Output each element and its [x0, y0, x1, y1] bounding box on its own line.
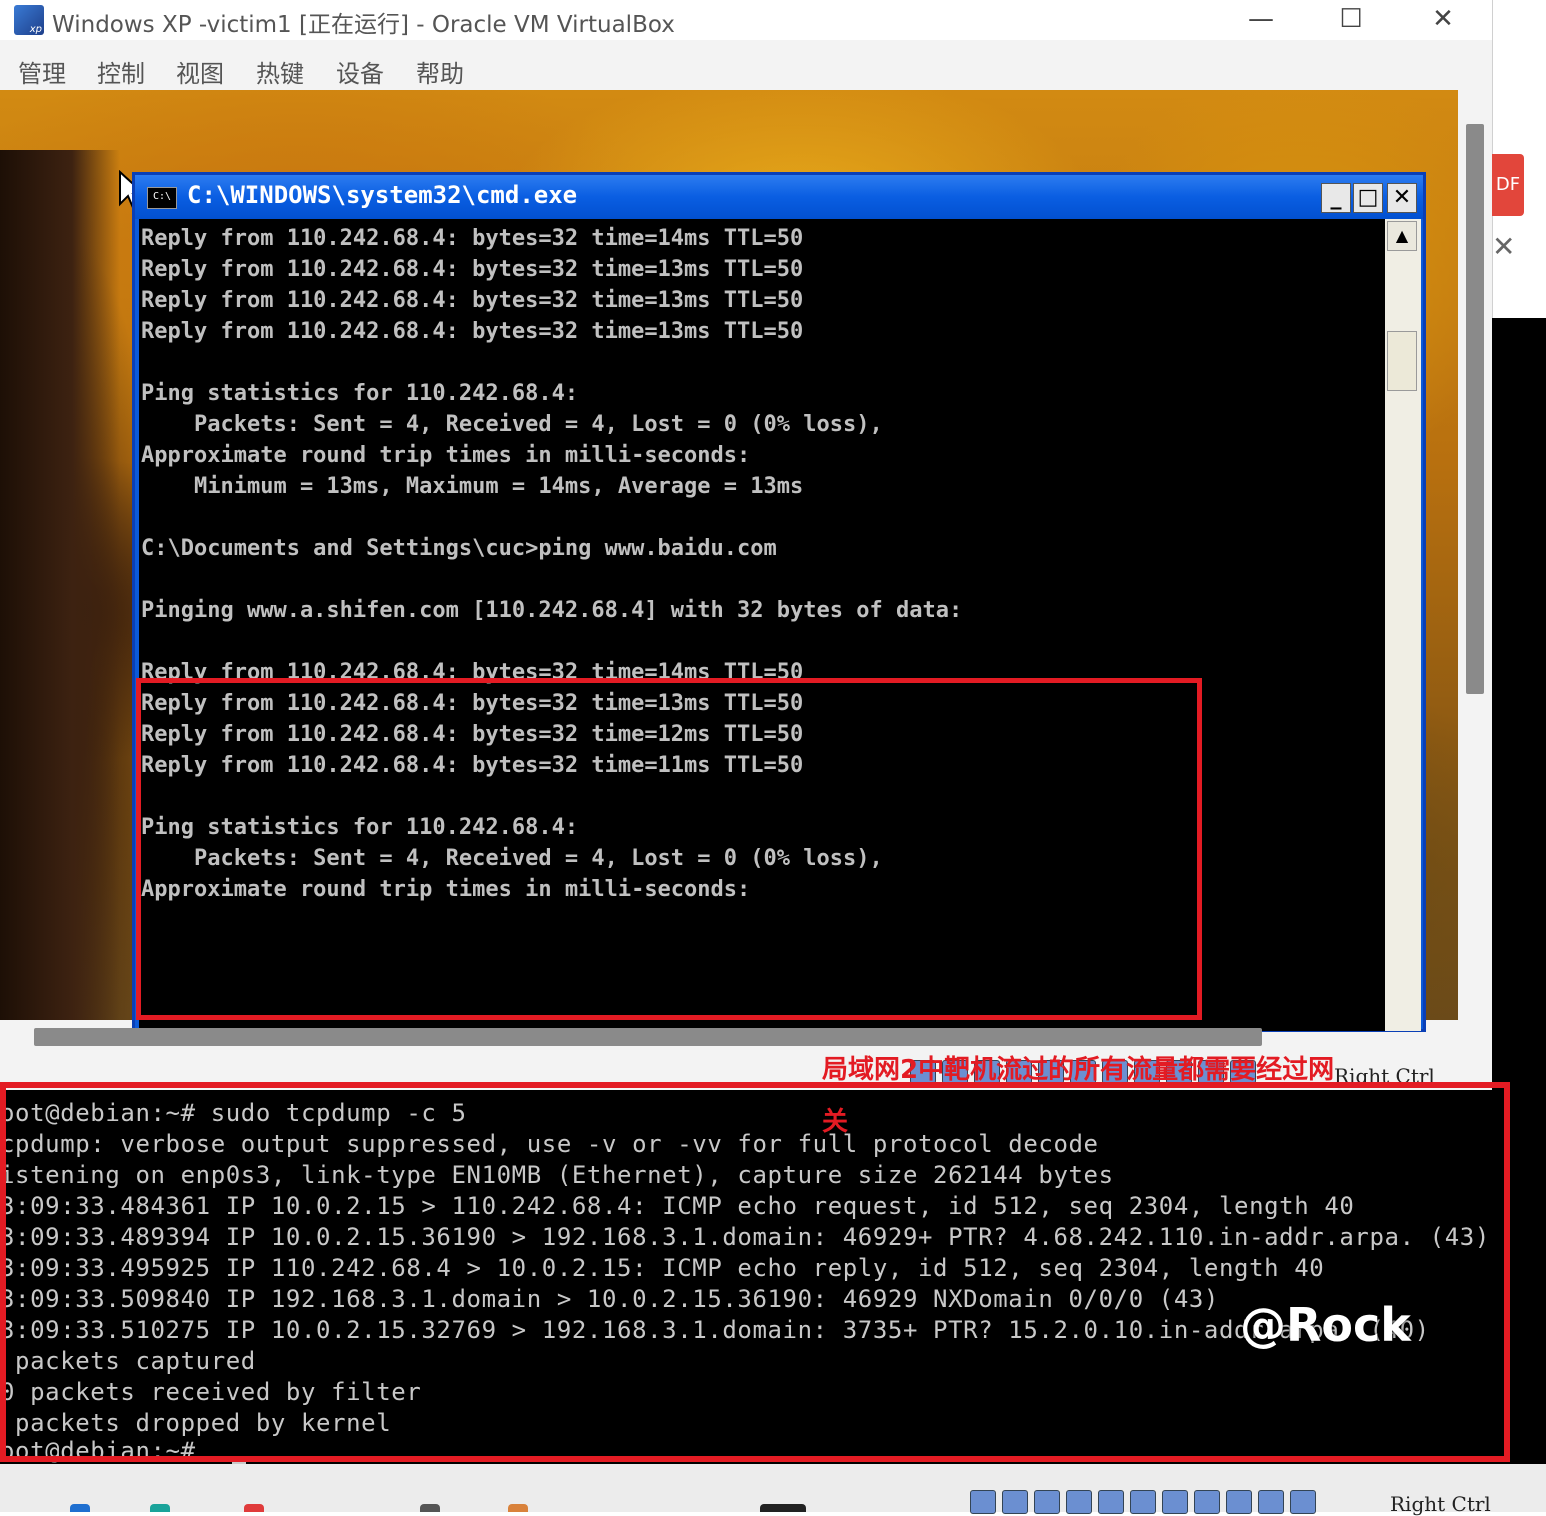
cmd-line: Reply from 110.242.68.4: bytes=32 time=1… — [141, 288, 804, 313]
cmd-line: Minimum = 13ms, Maximum = 14ms, Average … — [141, 474, 804, 499]
menu-control[interactable]: 控制 — [97, 54, 145, 89]
network-status-icon[interactable] — [1066, 1490, 1092, 1514]
taskbar-app-icon[interactable] — [760, 1504, 806, 1512]
host-key-label: Right Ctrl — [1390, 1492, 1491, 1516]
cmd-line: Reply from 110.242.68.4: bytes=32 time=1… — [141, 319, 804, 344]
mouse-integration-icon[interactable] — [1258, 1490, 1284, 1514]
guest-vertical-scrollbar[interactable] — [1466, 124, 1484, 694]
cmd-maximize-button[interactable]: □ — [1353, 183, 1383, 213]
cmd-line: Ping statistics for 110.242.68.4: — [141, 381, 579, 406]
cmd-line: Reply from 110.242.68.4: bytes=32 time=1… — [141, 257, 804, 282]
cmd-titlebar[interactable]: C:\ C:\WINDOWS\system32\cmd.exe _ □ ✕ — [135, 175, 1423, 219]
menu-view[interactable]: 视图 — [176, 54, 224, 89]
watermark: @Rock — [1240, 1298, 1411, 1352]
virtualbox-xp-icon: xp — [14, 5, 44, 35]
cmd-line: Reply from 110.242.68.4: bytes=32 time=1… — [141, 226, 804, 251]
cmd-line: C:\Documents and Settings\cuc>ping www.b… — [141, 536, 777, 561]
annotation-text: 局域网2中靶机流过的所有流量都需要经过网关 — [822, 1055, 1335, 1137]
vt-status-icon[interactable] — [1226, 1490, 1252, 1514]
taskbar-app-icon[interactable] — [150, 1504, 170, 1512]
taskbar-app-icon[interactable] — [508, 1504, 528, 1512]
menu-devices[interactable]: 设备 — [336, 54, 384, 89]
minimize-button[interactable]: — — [1216, 0, 1306, 38]
menu-bar: 管理 控制 视图 热键 设备 帮助 — [0, 44, 1492, 88]
cmd-line: Packets: Sent = 4, Received = 4, Lost = … — [141, 412, 883, 437]
cmd-close-button[interactable]: ✕ — [1387, 183, 1417, 213]
close-icon[interactable]: ✕ — [1492, 230, 1516, 263]
highlight-box-cmd — [136, 678, 1202, 1020]
display-status-icon[interactable] — [1162, 1490, 1188, 1514]
menu-manage[interactable]: 管理 — [18, 54, 66, 89]
taskbar-app-icon[interactable] — [70, 1504, 90, 1512]
vbox-icon-label: xp — [29, 24, 42, 35]
cmd-title: C:\WINDOWS\system32\cmd.exe — [187, 181, 578, 209]
pdf-file-icon[interactable]: DF — [1492, 154, 1524, 216]
taskbar-app-icon[interactable] — [420, 1504, 440, 1512]
background-window — [1492, 318, 1546, 1098]
recording-status-icon[interactable] — [1194, 1490, 1220, 1514]
scroll-thumb[interactable] — [1387, 331, 1417, 391]
usb-status-icon[interactable] — [1098, 1490, 1124, 1514]
audio-status-icon[interactable] — [1034, 1490, 1060, 1514]
shared-folder-status-icon[interactable] — [1130, 1490, 1156, 1514]
optical-status-icon[interactable] — [1002, 1490, 1028, 1514]
vbox-status-icons-2 — [970, 1490, 1316, 1514]
vbox-titlebar: xp Windows XP -victim1 [正在运行] - Oracle V… — [0, 0, 1492, 40]
close-button[interactable]: ✕ — [1398, 0, 1488, 38]
menu-hotkey[interactable]: 热键 — [256, 54, 304, 89]
taskbar-app-icon[interactable] — [244, 1504, 264, 1512]
cmd-line: Pinging www.a.shifen.com [110.242.68.4] … — [141, 598, 963, 623]
cmd-app-icon: C:\ — [147, 187, 177, 209]
cmd-minimize-button[interactable]: _ — [1321, 183, 1351, 213]
maximize-button[interactable]: ☐ — [1306, 0, 1396, 38]
cmd-scrollbar[interactable]: ▲ — [1385, 219, 1421, 1031]
window-title: Windows XP -victim1 [正在运行] - Oracle VM V… — [52, 12, 675, 38]
cmd-line: Approximate round trip times in milli-se… — [141, 443, 751, 468]
wallpaper-tree-trunk — [0, 150, 120, 1020]
hdd-status-icon[interactable] — [970, 1490, 996, 1514]
scroll-up-arrow-icon[interactable]: ▲ — [1387, 221, 1417, 251]
menu-help[interactable]: 帮助 — [416, 54, 464, 89]
keyboard-capture-icon[interactable] — [1290, 1490, 1316, 1514]
